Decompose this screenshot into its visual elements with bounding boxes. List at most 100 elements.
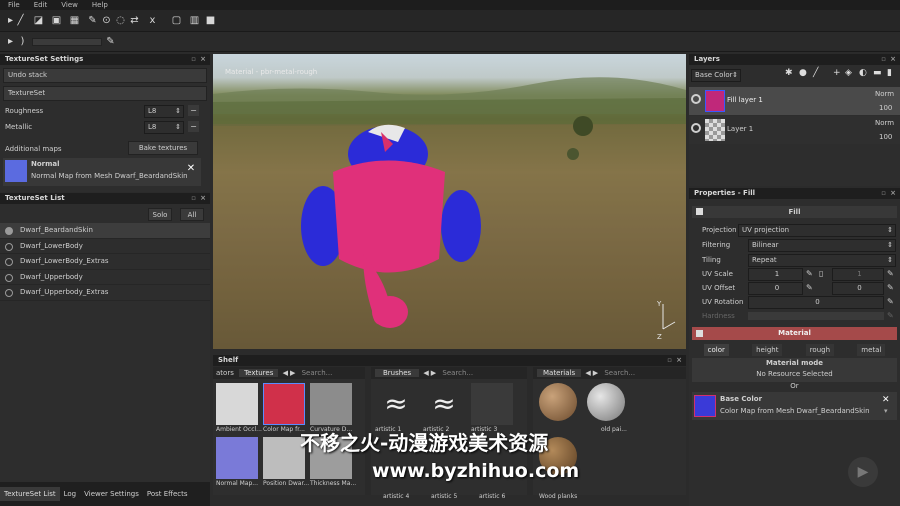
polygon-fill-icon[interactable]: ▦ [68,14,81,27]
uv-offset-u-input[interactable]: 0 [748,282,803,295]
menu-view[interactable]: View [61,1,78,9]
tab-log[interactable]: Log [60,487,81,501]
add-effect-icon[interactable]: ✱ [785,68,793,78]
tiling-select[interactable]: Repeat ⇕ [748,254,896,267]
projection-tool-icon[interactable]: ▣ [50,14,63,27]
normal-map-slot[interactable]: Normal Normal Map from Mesh Dwarf_Bearda… [3,158,201,186]
tab-prev-icon[interactable]: ◀ [281,369,290,377]
undo-stack-button[interactable]: Undo stack [3,68,207,83]
tab-prev-icon[interactable]: ◀ [421,369,430,377]
texture-thumb[interactable] [216,383,258,425]
projection-select[interactable]: UV projection ⇕ [738,224,896,237]
lock-icon[interactable]: ▯ [819,267,823,281]
material-sphere[interactable] [539,383,577,421]
brush-thumb[interactable]: ≈ [375,383,417,425]
uv-scale-v-input[interactable]: 1 [832,268,884,281]
visibility-eye-icon[interactable] [691,123,701,133]
materials-search[interactable]: Search... [600,369,639,377]
camera-icon[interactable]: ■ [204,14,217,27]
layout-icon[interactable]: ▥ [188,14,201,27]
hardness-slider[interactable] [748,312,884,320]
edit-icon[interactable]: ✎ [806,281,813,295]
tab-filters[interactable]: ators [213,369,237,377]
roughness-format-select[interactable]: L8 ⇕ [144,105,184,118]
pen-pressure-icon[interactable]: ✎ [104,35,117,48]
pin-icon[interactable]: ▫ [667,355,672,366]
solo-button[interactable]: Solo [148,208,172,221]
texture-thumb[interactable] [263,383,305,425]
texture-thumb[interactable] [216,437,258,479]
channel-toggle-metal[interactable]: metal [857,344,886,356]
base-color-slot[interactable]: Base Color Color Map from Mesh Dwarf_Bea… [692,392,897,420]
tab-materials[interactable]: Materials [537,369,582,377]
tab-textures[interactable]: Textures [239,369,279,377]
pin-icon[interactable]: ▫ [881,188,886,199]
layer-row-fill-layer-1[interactable]: Fill layer 1 Norm 100 [689,87,900,115]
collapse-icon[interactable] [696,208,703,215]
tab-next-icon[interactable]: ▶ [431,369,436,377]
tab-next-icon[interactable]: ▶ [290,369,295,377]
close-icon[interactable]: × [200,54,206,65]
pin-icon[interactable]: ▫ [881,54,886,65]
material-layer-icon[interactable]: ◐ [859,68,867,78]
edit-icon[interactable]: ✎ [806,267,813,281]
material-section-header[interactable]: Material [692,327,897,340]
channel-toggle-height[interactable]: height [752,344,783,356]
tab-post-effects[interactable]: Post Effects [143,487,192,501]
3d-viewport[interactable]: Material - pbr-metal-rough Y Z [213,54,686,349]
play-icon[interactable]: ▶ [848,457,878,487]
pin-icon[interactable]: ▫ [191,193,196,204]
layer-channel-select[interactable]: Base Color ⇕ [691,69,741,82]
symmetry-icon[interactable]: ⇄ [128,14,141,27]
add-mask-icon[interactable]: ● [799,68,807,78]
pin-icon[interactable]: ▫ [191,54,196,65]
add-layer-icon[interactable]: + [833,68,841,78]
material-sphere[interactable] [587,383,625,421]
edit-icon[interactable]: ✎ [887,309,894,323]
chevron-down-icon[interactable]: ▾ [884,407,888,415]
list-item[interactable]: Dwarf_LowerBody [0,239,210,254]
uv-rotation-input[interactable]: 0 [748,296,884,309]
uv-offset-v-input[interactable]: 0 [832,282,884,295]
remove-channel-button[interactable]: − [188,105,199,116]
bake-textures-button[interactable]: Bake textures [128,141,198,155]
list-item[interactable]: Dwarf_BeardandSkin [0,223,210,239]
channel-toggle-rough[interactable]: rough [805,344,835,356]
list-item[interactable]: Dwarf_LowerBody_Extras [0,254,210,270]
close-icon[interactable]: × [200,193,206,204]
visibility-eye-icon[interactable] [691,94,701,104]
collapse-icon[interactable] [696,330,703,337]
brush-thumb[interactable] [471,383,513,425]
menu-help[interactable]: Help [92,1,108,9]
edit-icon[interactable]: ✎ [887,267,894,281]
brush-shape-icon[interactable]: ) [16,35,29,48]
list-item[interactable]: Dwarf_Upperbody_Extras [0,285,210,301]
edit-icon[interactable]: ✎ [887,281,894,295]
texture-set-button[interactable]: TextureSet [3,86,207,101]
tab-next-icon[interactable]: ▶ [593,369,598,377]
delete-layer-icon[interactable]: ▮ [887,68,892,78]
tab-brushes[interactable]: Brushes [375,369,420,377]
texture-thumb[interactable] [263,437,305,479]
edit-icon[interactable]: ✎ [887,295,894,309]
menu-edit[interactable]: Edit [34,1,48,9]
list-item[interactable]: Dwarf_Upperbody [0,270,210,285]
close-icon[interactable]: × [890,54,896,65]
brush-thumb[interactable]: ≈ [423,383,465,425]
picker-tool-icon[interactable]: ◌ [114,14,127,27]
menu-file[interactable]: File [8,1,20,9]
mirror-x-icon[interactable]: x [146,14,159,27]
fill-section-header[interactable]: Fill [692,206,897,218]
tab-viewer-settings[interactable]: Viewer Settings [80,487,143,501]
remove-channel-button[interactable]: − [188,121,199,132]
filtering-select[interactable]: Bilinear ⇕ [748,239,896,252]
brush-tool-icon[interactable]: ╱ [14,14,27,27]
metallic-format-select[interactable]: L8 ⇕ [144,121,184,134]
brush-size-slider[interactable] [32,38,102,46]
paint-layer-icon[interactable]: ╱ [813,68,818,78]
view-3d-icon[interactable]: ▢ [170,14,183,27]
tab-texture-set-list[interactable]: TextureSet List [0,487,60,501]
remove-map-icon[interactable]: ✕ [185,163,197,175]
textures-search[interactable]: Search... [298,369,337,377]
clone-tool-icon[interactable]: ⊙ [100,14,113,27]
